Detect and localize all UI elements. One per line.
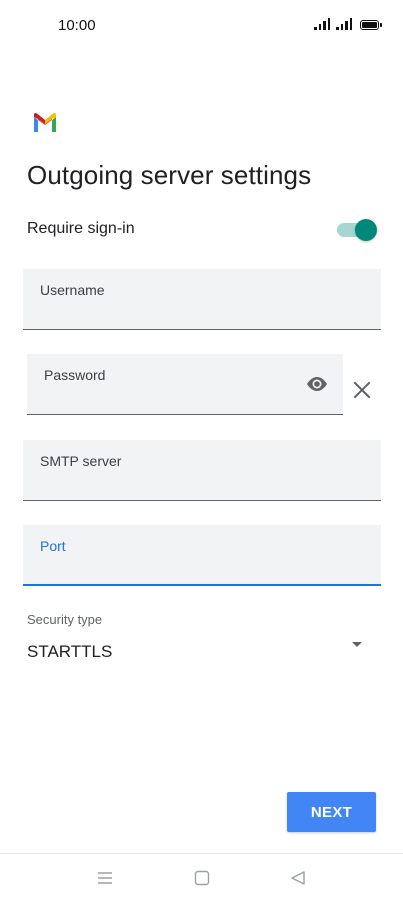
status-time: 10:00 [58, 17, 96, 34]
status-icons [314, 18, 382, 30]
require-signin-label: Require sign-in [27, 220, 135, 237]
battery-icon [360, 20, 382, 30]
eye-icon[interactable] [305, 374, 329, 394]
port-label: Port [40, 538, 66, 554]
toggle-thumb [355, 219, 377, 241]
password-input[interactable] [44, 388, 297, 406]
port-field[interactable]: Port [23, 525, 381, 586]
port-input[interactable] [40, 558, 327, 576]
require-signin-row: Require sign-in [27, 214, 377, 246]
back-icon[interactable] [290, 870, 306, 886]
smtp-server-input[interactable] [40, 474, 327, 492]
navigation-bar [0, 853, 403, 903]
page-title: Outgoing server settings [27, 160, 312, 190]
username-label: Username [40, 282, 105, 298]
status-bar: 10:00 [0, 0, 403, 52]
require-signin-toggle[interactable] [337, 216, 377, 242]
smtp-server-field[interactable]: SMTP server [23, 440, 381, 501]
smtp-server-label: SMTP server [40, 453, 122, 469]
close-icon[interactable] [352, 380, 372, 400]
password-label: Password [44, 367, 106, 383]
username-field[interactable]: Username [23, 269, 381, 330]
username-input[interactable] [40, 303, 327, 321]
menu-icon[interactable] [97, 870, 113, 886]
dropdown-arrow-icon[interactable] [352, 642, 362, 647]
gmail-logo-icon [34, 113, 56, 132]
signal-icon [336, 18, 352, 30]
password-field[interactable]: Password [27, 354, 343, 415]
home-icon[interactable] [194, 870, 210, 886]
signal-icon [314, 18, 330, 30]
security-type-label: Security type [27, 612, 103, 627]
next-button[interactable]: NEXT [287, 792, 376, 832]
security-type-select[interactable]: STARTTLS [27, 642, 112, 662]
